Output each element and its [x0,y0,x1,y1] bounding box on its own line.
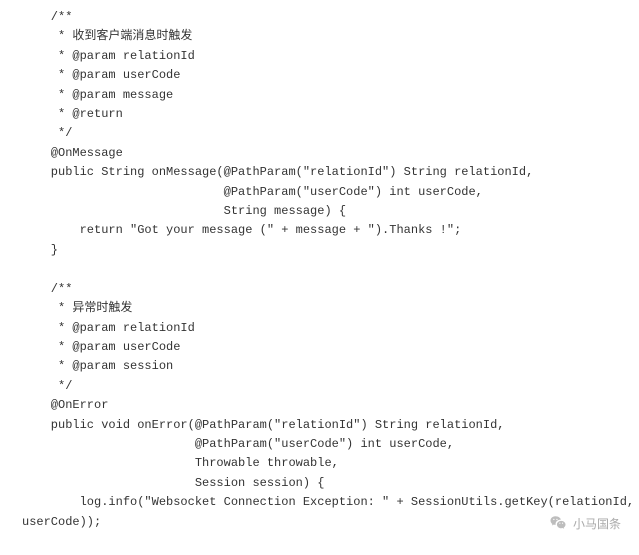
code-block: /** * 收到客户端消息时触发 * @param relationId * @… [0,0,639,532]
code-content: /** * 收到客户端消息时触发 * @param relationId * @… [22,10,639,529]
